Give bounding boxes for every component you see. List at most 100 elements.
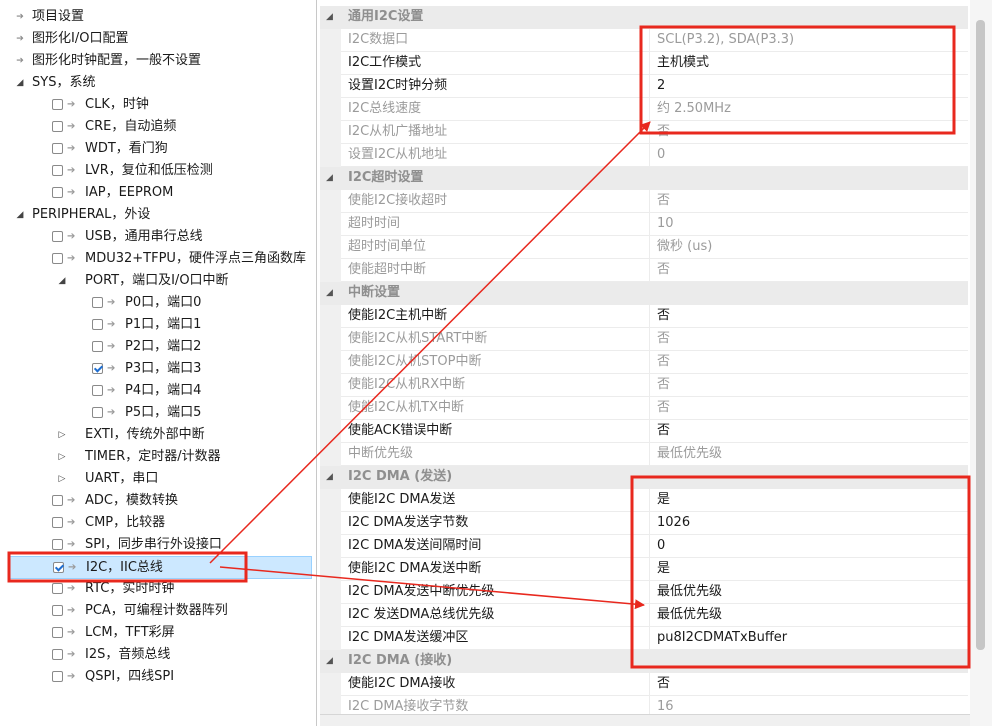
property-row[interactable]: 使能I2C DMA发送是: [320, 489, 968, 512]
category-header[interactable]: ◢ I2C DMA (发送): [320, 466, 968, 489]
category-header[interactable]: ◢ 通用I2C设置: [320, 6, 968, 29]
collapsed-triangle-icon[interactable]: ▷: [56, 424, 68, 446]
tree-item[interactable]: ◢ SYS，系统: [0, 72, 316, 94]
item-checkbox[interactable]: [53, 562, 64, 573]
property-row[interactable]: I2C DMA发送间隔时间 0: [320, 535, 968, 558]
item-checkbox[interactable]: [52, 253, 63, 264]
property-value[interactable]: 否: [650, 305, 975, 327]
collapsed-triangle-icon[interactable]: ▷: [56, 446, 68, 468]
property-row[interactable]: 使能I2C主机中断否: [320, 305, 968, 328]
tree-item[interactable]: ➔ P3口，端口3: [0, 358, 316, 380]
vertical-scrollbar[interactable]: [970, 0, 992, 726]
property-value[interactable]: pu8I2CDMATxBuffer: [650, 627, 975, 649]
item-checkbox[interactable]: [52, 187, 63, 198]
expanded-triangle-icon[interactable]: ◢: [56, 270, 68, 292]
tree-item-label: P0口，端口0: [125, 295, 202, 310]
tree-item[interactable]: ➔ LCM，TFT彩屏: [0, 622, 316, 644]
item-checkbox[interactable]: [92, 297, 103, 308]
item-checkbox[interactable]: [52, 539, 63, 550]
tree-item[interactable]: ▷ TIMER，定时器/计数器: [0, 446, 316, 468]
item-checkbox[interactable]: [92, 341, 103, 352]
property-row[interactable]: 使能ACK错误中断否: [320, 420, 968, 443]
item-checkbox[interactable]: [52, 99, 63, 110]
item-checkbox[interactable]: [52, 517, 63, 528]
property-row[interactable]: 使能I2C DMA发送中断是: [320, 558, 968, 581]
tree-item[interactable]: ◢ PERIPHERAL，外设: [0, 204, 316, 226]
property-value[interactable]: 是: [650, 558, 975, 580]
item-checkbox[interactable]: [92, 363, 103, 374]
tree-item[interactable]: ➔ P0口，端口0: [0, 292, 316, 314]
property-value[interactable]: 最低优先级: [650, 604, 975, 626]
property-row[interactable]: I2C DMA发送字节数 1026: [320, 512, 968, 535]
item-checkbox[interactable]: [52, 649, 63, 660]
expanded-triangle-icon[interactable]: ◢: [14, 204, 26, 226]
category-header[interactable]: ◢ 中断设置: [320, 282, 968, 305]
item-checkbox[interactable]: [52, 143, 63, 154]
property-row[interactable]: I2C DMA发送缓冲区 pu8I2CDMATxBuffer: [320, 627, 968, 650]
property-name: 使能I2C DMA发送: [341, 489, 650, 511]
tree-item[interactable]: ➔ P2口，端口2: [0, 336, 316, 358]
item-checkbox[interactable]: [52, 165, 63, 176]
property-value[interactable]: 否: [650, 673, 975, 695]
tree-item[interactable]: ➔ P1口，端口1: [0, 314, 316, 336]
item-checkbox[interactable]: [92, 407, 103, 418]
property-value[interactable]: 否: [650, 420, 975, 442]
tree-item[interactable]: ➔ 图形化I/O口配置: [0, 28, 316, 50]
category-header[interactable]: ◢ I2C DMA (接收): [320, 650, 968, 673]
item-checkbox[interactable]: [52, 121, 63, 132]
tree-item[interactable]: ➔ ADC，模数转换: [0, 490, 316, 512]
property-value[interactable]: 2: [650, 75, 975, 97]
item-checkbox[interactable]: [52, 231, 63, 242]
property-value: 否: [657, 331, 671, 346]
tree-item[interactable]: ◢ PORT，端口及I/O口中断: [0, 270, 316, 292]
tree-item[interactable]: ➔ QSPI，四线SPI: [0, 666, 316, 688]
tree-item[interactable]: ▷ UART，串口: [0, 468, 316, 490]
tree-item[interactable]: ➔ SPI，同步串行外设接口: [0, 534, 316, 556]
tree-item[interactable]: ➔ MDU32+TFPU，硬件浮点三角函数库: [0, 248, 316, 270]
item-checkbox[interactable]: [52, 627, 63, 638]
property-value[interactable]: 主机模式: [650, 52, 975, 74]
tree-item[interactable]: ➔ CMP，比较器: [0, 512, 316, 534]
collapse-triangle-icon[interactable]: ◢: [326, 466, 333, 488]
property-row[interactable]: I2C DMA发送中断优先级 最低优先级: [320, 581, 968, 604]
tree-item[interactable]: ➔ LVR，复位和低压检测: [0, 160, 316, 182]
tree-item[interactable]: ➔ I2S，音频总线: [0, 644, 316, 666]
category-header[interactable]: ◢ I2C超时设置: [320, 167, 968, 190]
property-value[interactable]: 是: [650, 489, 975, 511]
property-row[interactable]: I2C 发送DMA总线优先级 最低优先级: [320, 604, 968, 627]
tree-item[interactable]: ▷ EXTI，传统外部中断: [0, 424, 316, 446]
tree-item[interactable]: ➔ RTC，实时时钟: [0, 578, 316, 600]
property-row[interactable]: 使能I2C DMA接收否: [320, 673, 968, 696]
tree-item-label: P5口，端口5: [125, 405, 202, 420]
item-checkbox[interactable]: [52, 671, 63, 682]
property-row[interactable]: 设置I2C时钟分频 2: [320, 75, 968, 98]
tree-item[interactable]: ➔ USB，通用串行总线: [0, 226, 316, 248]
tree-item[interactable]: ➔ P4口，端口4: [0, 380, 316, 402]
collapsed-triangle-icon[interactable]: ▷: [56, 468, 68, 490]
tree-item[interactable]: ➔ CRE，自动追频: [0, 116, 316, 138]
property-value[interactable]: 0: [650, 535, 975, 557]
collapse-triangle-icon[interactable]: ◢: [326, 6, 333, 28]
tree-item[interactable]: ➔ CLK，时钟: [0, 94, 316, 116]
tree-item-label: ADC，模数转换: [85, 493, 178, 508]
item-checkbox[interactable]: [52, 605, 63, 616]
tree-item[interactable]: ➔ PCA，可编程计数器阵列: [0, 600, 316, 622]
item-checkbox[interactable]: [52, 583, 63, 594]
tree-item[interactable]: ➔ 图形化时钟配置，一般不设置: [0, 50, 316, 72]
expanded-triangle-icon[interactable]: ◢: [14, 72, 26, 94]
item-checkbox[interactable]: [52, 495, 63, 506]
property-row[interactable]: I2C工作模式 主机模式: [320, 52, 968, 75]
tree-item[interactable]: ➔ WDT，看门狗: [0, 138, 316, 160]
item-checkbox[interactable]: [92, 319, 103, 330]
tree-item[interactable]: ➔ 项目设置: [0, 6, 316, 28]
collapse-triangle-icon[interactable]: ◢: [326, 650, 333, 672]
scrollbar-thumb[interactable]: [976, 20, 985, 650]
collapse-triangle-icon[interactable]: ◢: [326, 282, 333, 304]
tree-item[interactable]: ➔ P5口，端口5: [0, 402, 316, 424]
tree-item[interactable]: ➔ I2C，IIC总线: [9, 556, 312, 579]
collapse-triangle-icon[interactable]: ◢: [326, 167, 333, 189]
property-value[interactable]: 最低优先级: [650, 581, 975, 603]
item-checkbox[interactable]: [92, 385, 103, 396]
tree-item[interactable]: ➔ IAP，EEPROM: [0, 182, 316, 204]
property-value[interactable]: 1026: [650, 512, 975, 534]
